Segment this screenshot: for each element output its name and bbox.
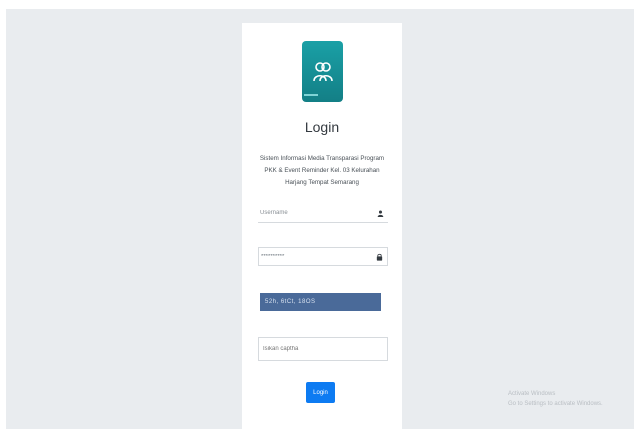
password-input[interactable] bbox=[261, 253, 371, 260]
user-icon bbox=[376, 209, 384, 217]
app-description: Sistem Informasi Media Transparasi Progr… bbox=[259, 155, 385, 186]
page-title: Login bbox=[304, 119, 340, 135]
username-input[interactable] bbox=[260, 210, 370, 216]
watermark-line-1: Activate Windows bbox=[508, 391, 556, 397]
users-icon bbox=[312, 61, 333, 81]
login-button[interactable]: Login bbox=[306, 382, 335, 403]
logo-accent bbox=[304, 94, 318, 96]
lock-icon bbox=[375, 253, 383, 261]
username-field[interactable] bbox=[258, 204, 388, 223]
password-field[interactable] bbox=[258, 247, 388, 266]
captcha-field[interactable] bbox=[258, 337, 388, 361]
login-card: Login Sistem Informasi Media Transparasi… bbox=[242, 23, 402, 432]
watermark-line-2: Go to Settings to activate Windows. bbox=[508, 401, 603, 407]
logo bbox=[302, 41, 343, 102]
activate-windows-watermark: Activate Windows Go to Settings to activ… bbox=[508, 389, 603, 409]
captcha-image: 52h, 6tCt, 18OS bbox=[260, 293, 381, 311]
captcha-input[interactable] bbox=[263, 346, 383, 352]
